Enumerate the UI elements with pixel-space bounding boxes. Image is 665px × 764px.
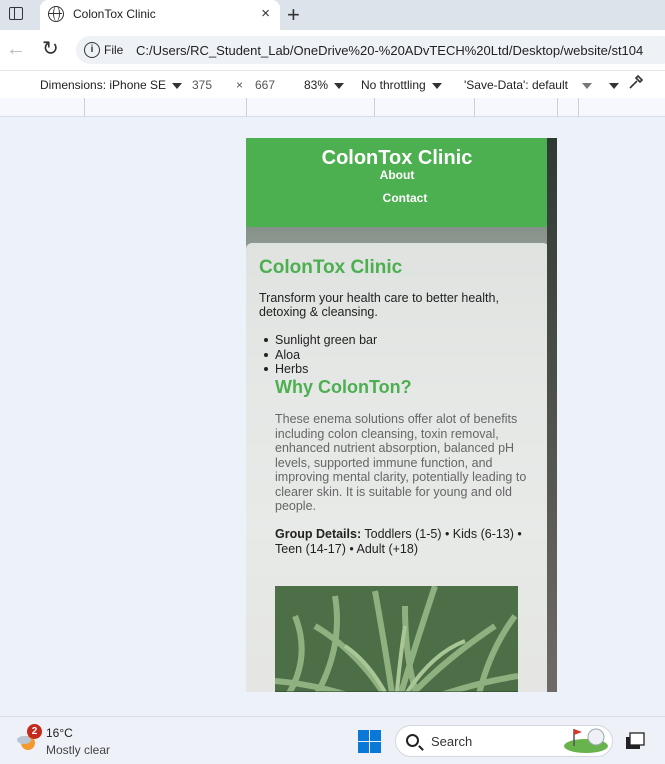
notification-badge: 2 <box>27 724 42 739</box>
close-tab-icon[interactable]: × <box>261 5 270 22</box>
list-item: Sunlight green bar <box>263 333 378 347</box>
group-details: Group Details: Toddlers (1-5) • Kids (6-… <box>275 527 537 557</box>
browser-tab[interactable]: ColonTox Clinic × <box>40 0 280 30</box>
weather-condition[interactable]: Mostly clear <box>46 743 110 757</box>
windows-start-icon[interactable] <box>358 730 381 753</box>
save-data-select[interactable]: 'Save-Data': default <box>464 78 592 92</box>
product-list: Sunlight green bar Aloa Herbs <box>263 333 378 377</box>
group-label: Group Details: <box>275 527 362 541</box>
omnibox[interactable]: i File C:/Users/RC_Student_Lab/OneDrive%… <box>76 36 665 64</box>
taskbar: 2 16°C Mostly clear Search <box>0 716 665 764</box>
width-field[interactable]: 375 <box>192 78 212 92</box>
task-view-icon[interactable] <box>625 732 645 750</box>
chevron-down-icon <box>334 82 345 89</box>
aloe-plant-image <box>275 586 518 692</box>
device-viewport: ColonTox Clinic About Contact ColonTox C… <box>246 138 557 692</box>
content-card: ColonTox Clinic Transform your health ca… <box>246 243 549 692</box>
description-text: These enema solutions offer alot of bene… <box>275 412 527 513</box>
eyedropper-icon[interactable] <box>627 74 644 94</box>
globe-icon <box>48 6 64 22</box>
scheme-label: File <box>104 43 124 57</box>
save-data-label: 'Save-Data': default <box>464 78 568 92</box>
media-query-ruler <box>0 98 665 117</box>
url-text[interactable]: C:/Users/RC_Student_Lab/OneDrive%20-%20A… <box>136 43 643 58</box>
back-arrow-icon[interactable]: ← <box>6 38 26 61</box>
list-item: Aloa <box>263 348 377 363</box>
address-bar: ← ↻ i File C:/Users/RC_Student_Lab/OneDr… <box>0 30 665 70</box>
new-tab-button[interactable]: + <box>287 2 300 28</box>
golf-highlight-icon[interactable] <box>562 726 610 754</box>
page-heading: ColonTox Clinic <box>259 257 403 278</box>
zoom-label: 83% <box>304 78 329 92</box>
site-title: ColonTox Clinic <box>321 147 473 169</box>
more-options-icon[interactable] <box>603 78 619 92</box>
nav-link-contact[interactable]: Contact <box>246 191 557 205</box>
zoom-select[interactable]: 83% <box>304 78 345 92</box>
tab-strip: ColonTox Clinic × + <box>0 0 665 30</box>
throttling-label: No throttling <box>361 78 426 92</box>
search-label: Search <box>431 734 473 749</box>
times-symbol: × <box>236 78 244 92</box>
nav-link-about[interactable]: About <box>246 168 548 182</box>
chevron-down-icon <box>172 82 183 89</box>
list-item: Herbs <box>263 362 377 377</box>
tab-actions-icon[interactable] <box>9 7 23 20</box>
temperature-text[interactable]: 16°C <box>46 726 73 740</box>
site-info-icon[interactable]: i <box>84 42 100 58</box>
chevron-down-icon <box>581 82 592 89</box>
section-heading: Why ColonTon? <box>275 377 412 397</box>
site-header: ColonTox Clinic About Contact <box>246 138 548 227</box>
throttling-select[interactable]: No throttling <box>361 78 442 92</box>
reload-icon[interactable]: ↻ <box>42 36 59 61</box>
dimensions-select[interactable]: Dimensions: iPhone SE <box>40 78 183 92</box>
dimensions-label: Dimensions: iPhone SE <box>40 78 167 92</box>
intro-text: Transform your health care to better hea… <box>259 291 499 319</box>
device-toolbar: Dimensions: iPhone SE 375 × 667 83% No t… <box>0 70 665 98</box>
height-field[interactable]: 667 <box>255 78 275 92</box>
chevron-down-icon <box>431 82 442 89</box>
tab-title: ColonTox Clinic <box>73 7 156 21</box>
chevron-down-icon <box>609 82 619 89</box>
search-icon <box>406 734 419 747</box>
